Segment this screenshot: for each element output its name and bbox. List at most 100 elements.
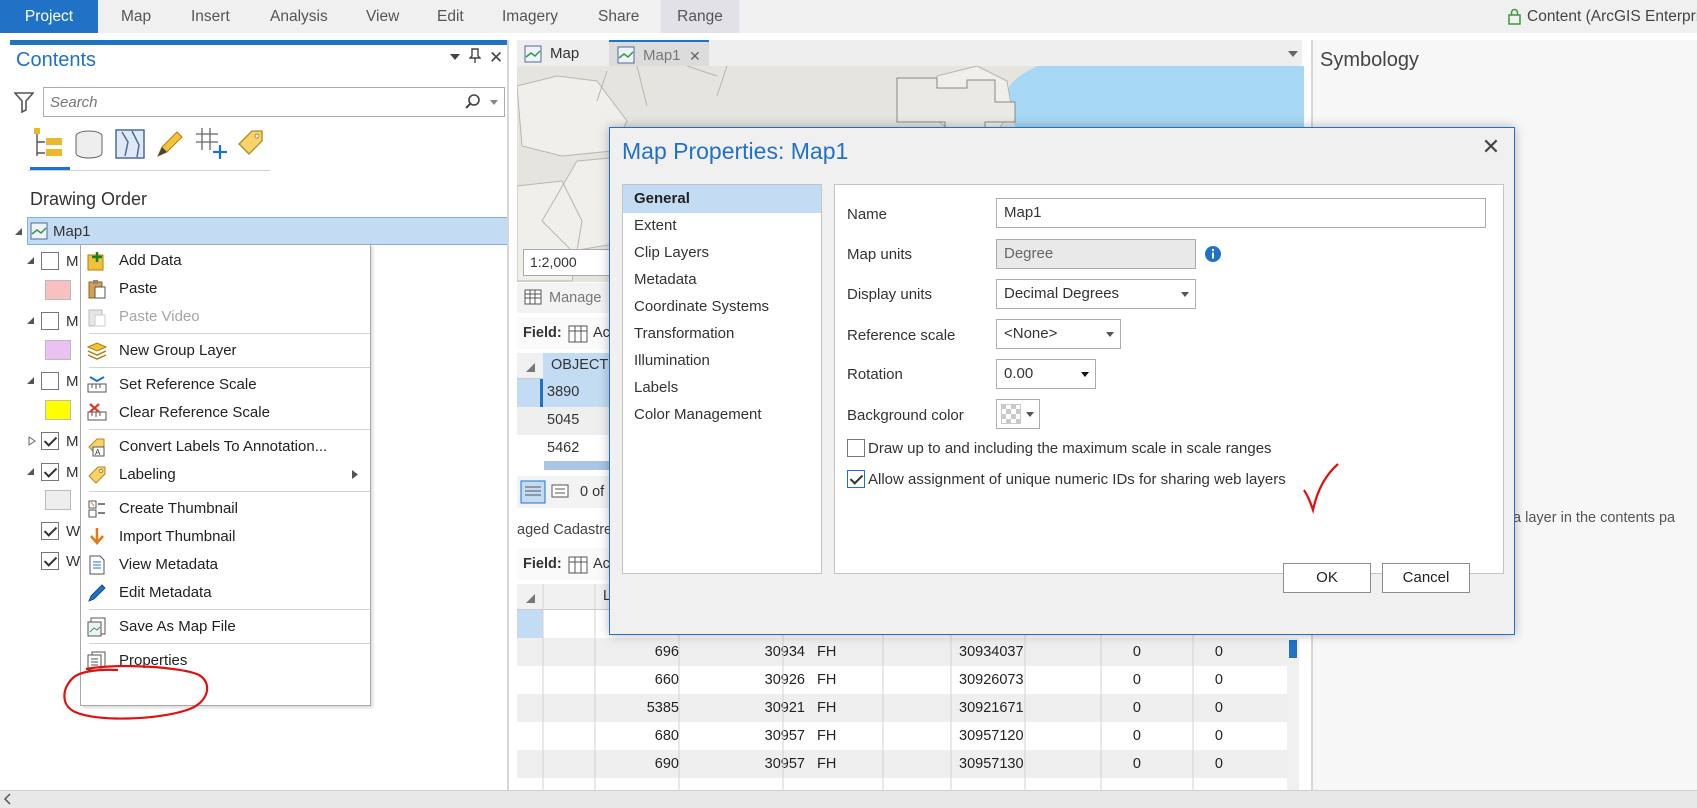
info-icon[interactable] bbox=[1204, 245, 1222, 263]
nav-metadata[interactable]: Metadata bbox=[623, 266, 821, 294]
layer-checkbox[interactable] bbox=[41, 372, 59, 390]
name-input[interactable]: Map1 bbox=[996, 198, 1486, 228]
background-color-label: Background color bbox=[847, 407, 964, 424]
add-field-icon[interactable] bbox=[568, 556, 588, 574]
show-all-records-icon[interactable] bbox=[520, 480, 546, 504]
ok-button[interactable]: OK bbox=[1283, 563, 1371, 593]
layer-checkbox[interactable] bbox=[41, 552, 59, 570]
collapse-icon[interactable] bbox=[28, 436, 37, 446]
unique-ids-checkbox[interactable] bbox=[847, 470, 865, 488]
rotation-select[interactable]: 0.00 bbox=[996, 359, 1096, 389]
display-units-select[interactable]: Decimal Degrees bbox=[996, 279, 1196, 309]
menu-item-convert-labels[interactable]: A Convert Labels To Annotation... bbox=[81, 433, 370, 461]
close-icon[interactable]: ✕ bbox=[489, 48, 503, 68]
layer-checkbox[interactable] bbox=[41, 522, 59, 540]
tab-imagery[interactable]: Imagery bbox=[502, 0, 558, 33]
map-node-map1[interactable] bbox=[27, 217, 508, 245]
column-header[interactable]: OBJECTI bbox=[551, 357, 612, 373]
expand-icon[interactable] bbox=[14, 227, 23, 236]
select-all-icon[interactable] bbox=[525, 362, 536, 373]
table-vertical-scrollbar[interactable] bbox=[1287, 638, 1299, 790]
nav-coordinate-systems[interactable]: Coordinate Systems bbox=[623, 293, 821, 321]
pin-icon[interactable] bbox=[469, 48, 481, 64]
menu-item-paste[interactable]: Paste bbox=[81, 275, 370, 303]
portal-status[interactable]: Content (ArcGIS Enterpris bbox=[1508, 0, 1697, 33]
menu-item-create-thumbnail[interactable]: Create Thumbnail bbox=[81, 495, 370, 523]
nav-color-management[interactable]: Color Management bbox=[623, 401, 821, 429]
background-color-picker[interactable] bbox=[996, 399, 1040, 429]
expand-icon[interactable] bbox=[26, 256, 35, 265]
table-row[interactable]: 5045 bbox=[517, 407, 609, 435]
search-options-icon[interactable] bbox=[490, 100, 498, 105]
reference-scale-select[interactable]: <None> bbox=[996, 319, 1121, 349]
search-icon[interactable] bbox=[464, 93, 482, 111]
menu-item-edit-metadata[interactable]: Edit Metadata bbox=[81, 579, 370, 607]
tab-insert[interactable]: Insert bbox=[191, 0, 230, 33]
tab-range[interactable]: Range bbox=[661, 0, 739, 33]
menu-item-save-as-map-file[interactable]: Save As Map File bbox=[81, 613, 370, 641]
cancel-button[interactable]: Cancel bbox=[1382, 563, 1470, 593]
scroll-left-icon[interactable] bbox=[3, 793, 11, 805]
list-by-drawing-order-icon[interactable] bbox=[31, 126, 67, 162]
map-scale-field[interactable]: 1:2,000 bbox=[523, 249, 611, 276]
add-field-button[interactable]: Ac bbox=[593, 556, 610, 572]
menu-item-import-thumbnail[interactable]: Import Thumbnail bbox=[81, 523, 370, 551]
attribute-table-tab[interactable]: Manage bbox=[517, 283, 617, 313]
tab-view[interactable]: View bbox=[366, 0, 399, 33]
nav-clip-layers[interactable]: Clip Layers bbox=[623, 239, 821, 267]
expand-icon[interactable] bbox=[26, 316, 35, 325]
layer-checkbox[interactable] bbox=[41, 463, 59, 481]
filter-icon[interactable] bbox=[14, 91, 34, 113]
pane-options-icon[interactable] bbox=[450, 53, 460, 61]
tab-map[interactable]: Map bbox=[121, 0, 151, 33]
tab-map1-view[interactable]: Map1 ✕ bbox=[609, 40, 709, 68]
menu-item-properties[interactable]: Properties bbox=[81, 647, 370, 675]
horizontal-scrollbar[interactable] bbox=[0, 790, 1697, 808]
search-field[interactable] bbox=[43, 87, 505, 117]
nav-illumination[interactable]: Illumination bbox=[623, 347, 821, 375]
search-input[interactable] bbox=[44, 88, 444, 116]
menu-item-paste-video[interactable]: Paste Video bbox=[81, 303, 370, 331]
tab-project[interactable]: Project bbox=[0, 0, 98, 33]
list-by-snapping-icon[interactable] bbox=[194, 126, 228, 160]
expand-icon[interactable] bbox=[26, 467, 35, 476]
layer-checkbox[interactable] bbox=[41, 312, 59, 330]
table-row[interactable]: 5462 bbox=[517, 435, 609, 463]
tab-map-view[interactable]: Map bbox=[524, 40, 612, 68]
menu-item-add-data[interactable]: Add Data bbox=[81, 247, 370, 275]
layer-checkbox[interactable] bbox=[41, 252, 59, 270]
pane-divider[interactable] bbox=[507, 40, 509, 792]
layer-symbol-swatch[interactable] bbox=[45, 280, 71, 300]
tab-analysis[interactable]: Analysis bbox=[270, 0, 328, 33]
list-by-selection-icon[interactable] bbox=[114, 128, 146, 160]
menu-item-view-metadata[interactable]: View Metadata bbox=[81, 551, 370, 579]
nav-labels[interactable]: Labels bbox=[623, 374, 821, 402]
layer-symbol-swatch[interactable] bbox=[45, 400, 71, 420]
table-scrollbar[interactable] bbox=[544, 461, 609, 470]
nav-general[interactable]: General bbox=[623, 185, 821, 213]
layer-symbol-swatch[interactable] bbox=[45, 340, 71, 360]
expand-icon[interactable] bbox=[26, 376, 35, 385]
name-label: Name bbox=[847, 206, 888, 223]
nav-extent[interactable]: Extent bbox=[623, 212, 821, 240]
menu-item-labeling[interactable]: Labeling bbox=[81, 461, 370, 489]
table-row[interactable]: 3890 bbox=[517, 379, 609, 407]
nav-transformation[interactable]: Transformation bbox=[623, 320, 821, 348]
menu-item-set-reference-scale[interactable]: Set Reference Scale bbox=[81, 371, 370, 399]
layer-checkbox[interactable] bbox=[41, 432, 59, 450]
close-icon[interactable]: ✕ bbox=[1478, 134, 1504, 160]
menu-item-clear-reference-scale[interactable]: Clear Reference Scale bbox=[81, 399, 370, 427]
show-selected-records-icon[interactable] bbox=[551, 484, 569, 498]
list-by-editing-icon[interactable] bbox=[154, 128, 186, 160]
tab-share[interactable]: Share bbox=[598, 0, 639, 33]
list-by-labeling-icon[interactable] bbox=[234, 126, 268, 160]
list-by-source-icon[interactable] bbox=[73, 129, 105, 161]
max-scale-checkbox[interactable] bbox=[847, 439, 865, 457]
layer-symbol-swatch[interactable] bbox=[45, 490, 71, 510]
tab-overflow-icon[interactable] bbox=[1288, 51, 1298, 58]
tab-edit[interactable]: Edit bbox=[437, 0, 464, 33]
add-field-button[interactable]: Ac bbox=[593, 325, 610, 341]
reference-scale-label: Reference scale bbox=[847, 327, 956, 344]
menu-item-new-group-layer[interactable]: New Group Layer bbox=[81, 337, 370, 365]
add-field-icon[interactable] bbox=[568, 325, 588, 343]
